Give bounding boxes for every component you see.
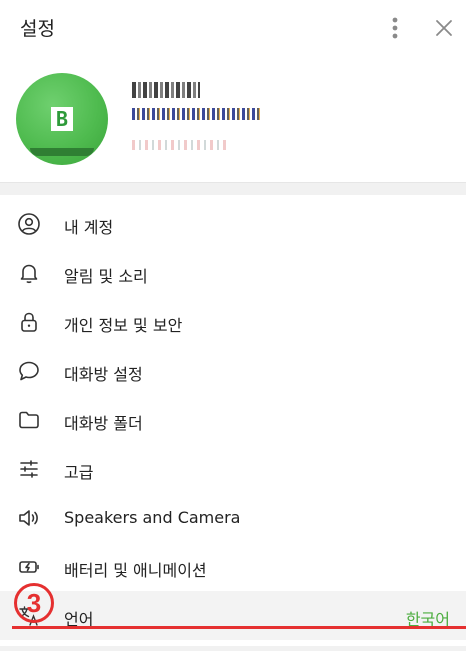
sliders-icon <box>16 456 42 482</box>
menu-item-label: 배터리 및 애니메이션 <box>64 561 207 580</box>
menu-item-label: 개인 정보 및 보안 <box>64 316 183 335</box>
menu-item-speakers-camera[interactable]: Speakers and Camera <box>0 493 466 542</box>
speaker-icon <box>16 505 42 531</box>
page-title: 설정 <box>20 18 55 40</box>
more-vertical-icon[interactable] <box>381 14 409 42</box>
section-divider <box>0 182 466 195</box>
menu-item-chat-settings[interactable]: 대화방 설정 <box>0 346 466 395</box>
chat-bubble-icon <box>16 358 42 384</box>
battery-icon <box>16 554 42 580</box>
menu-item-label: 고급 <box>64 463 94 482</box>
menu-item-my-account[interactable]: 내 계정 <box>0 199 466 248</box>
avatar-letter: B <box>51 107 73 131</box>
avatar-shadow <box>16 148 108 166</box>
folder-icon <box>16 407 42 433</box>
menu-item-label: 내 계정 <box>64 218 114 237</box>
menu-item-chat-folders[interactable]: 대화방 폴더 <box>0 395 466 444</box>
menu-item-privacy-security[interactable]: 개인 정보 및 보안 <box>0 297 466 346</box>
person-circle-icon <box>16 211 42 237</box>
profile-name-redacted <box>132 82 200 98</box>
profile-username-redacted <box>132 140 230 150</box>
settings-header: 설정 <box>0 0 466 56</box>
annotation-underline <box>12 626 466 629</box>
lock-icon <box>16 309 42 335</box>
menu-item-label: 대화방 설정 <box>64 365 143 384</box>
menu-item-notifications[interactable]: 알림 및 소리 <box>0 248 466 297</box>
annotation-step-number: 3 <box>14 583 54 623</box>
menu-item-battery-animation[interactable]: 배터리 및 애니메이션 <box>0 542 466 591</box>
settings-menu: 내 계정 알림 및 소리 개인 정보 및 보안 대화방 설정 대화방 폴더 고급… <box>0 199 466 640</box>
profile-section[interactable]: B <box>0 56 466 182</box>
menu-item-language[interactable]: 언어 한국어 <box>0 591 466 640</box>
menu-item-label: 대화방 폴더 <box>64 414 143 433</box>
menu-item-label: Speakers and Camera <box>64 508 241 527</box>
bottom-divider <box>0 646 466 651</box>
bell-icon <box>16 260 42 286</box>
profile-phone-redacted <box>132 108 260 120</box>
close-icon[interactable] <box>430 14 458 42</box>
menu-item-advanced[interactable]: 고급 <box>0 444 466 493</box>
menu-item-label: 알림 및 소리 <box>64 267 148 286</box>
